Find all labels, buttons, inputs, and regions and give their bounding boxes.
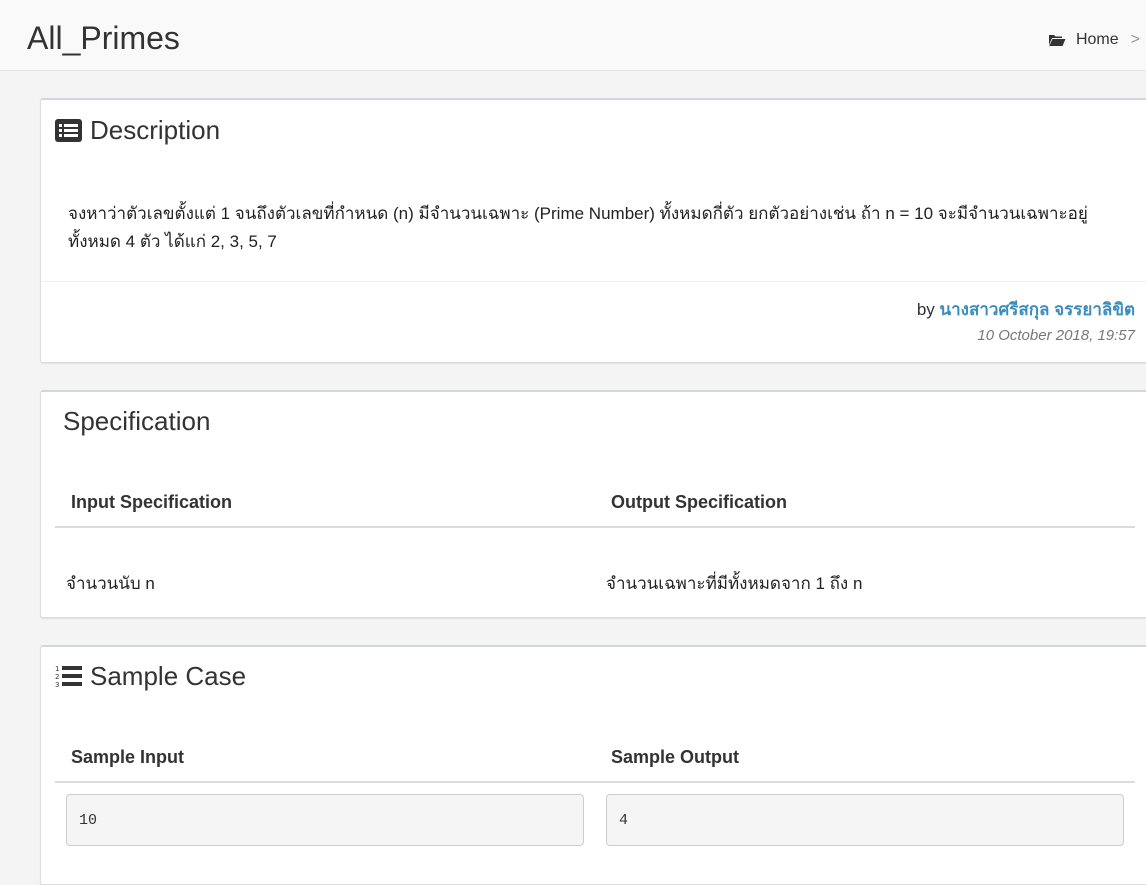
input-spec-text: จำนวนนับ n xyxy=(66,574,155,593)
by-label: by xyxy=(916,300,935,319)
sample-input-code[interactable]: 10 xyxy=(66,794,584,846)
svg-text:3: 3 xyxy=(55,681,59,688)
top-bar: All_Primes Home > xyxy=(0,0,1146,71)
author-link[interactable]: นางสาวศรีสกุล จรรยาลิขิต xyxy=(940,300,1135,319)
sample-input-header: Sample Input xyxy=(71,747,185,767)
sample-case-box: 1 2 3 Sample Case Sample Input Sample Ou… xyxy=(40,645,1146,885)
output-spec-text: จำนวนเฉพาะที่มีทั้งหมดจาก 1 ถึง n xyxy=(606,574,863,593)
description-heading-label: Description xyxy=(90,115,221,145)
folder-open-icon xyxy=(1048,33,1066,47)
list-alt-icon xyxy=(55,118,82,142)
breadcrumb-separator: > xyxy=(1130,31,1140,48)
description-box: Description จงหาว่าตัวเลขตั้งแต่ 1 จนถึง… xyxy=(40,98,1146,363)
output-spec-header: Output Specification xyxy=(611,492,788,512)
author-line: by นางสาวศรีสกุล จรรยาลิขิต xyxy=(917,296,1135,323)
breadcrumb: Home > xyxy=(1048,31,1146,49)
description-heading: Description xyxy=(55,115,220,145)
post-date: 10 October 2018, 19:57 xyxy=(977,327,1135,344)
sample-output-code[interactable]: 4 xyxy=(606,794,1124,846)
svg-text:2: 2 xyxy=(55,673,59,681)
description-text: จงหาว่าตัวเลขตั้งแต่ 1 จนถึงตัวเลขที่กำห… xyxy=(68,204,1088,251)
svg-text:1: 1 xyxy=(55,665,59,673)
specification-box: Specification Input Specification Output… xyxy=(40,390,1146,618)
page-title: All_Primes xyxy=(27,20,180,56)
breadcrumb-home-link[interactable]: Home xyxy=(1076,31,1119,49)
sample-case-heading: 1 2 3 Sample Case xyxy=(55,661,246,691)
specification-heading: Specification xyxy=(63,406,211,436)
sample-case-heading-label: Sample Case xyxy=(90,661,247,691)
list-ol-icon: 1 2 3 xyxy=(55,664,82,688)
input-spec-header: Input Specification xyxy=(71,492,233,512)
sample-header-divider xyxy=(55,781,1135,783)
description-footer-divider xyxy=(41,281,1146,282)
sample-output-header: Sample Output xyxy=(611,747,740,767)
spec-header-divider xyxy=(55,526,1135,528)
